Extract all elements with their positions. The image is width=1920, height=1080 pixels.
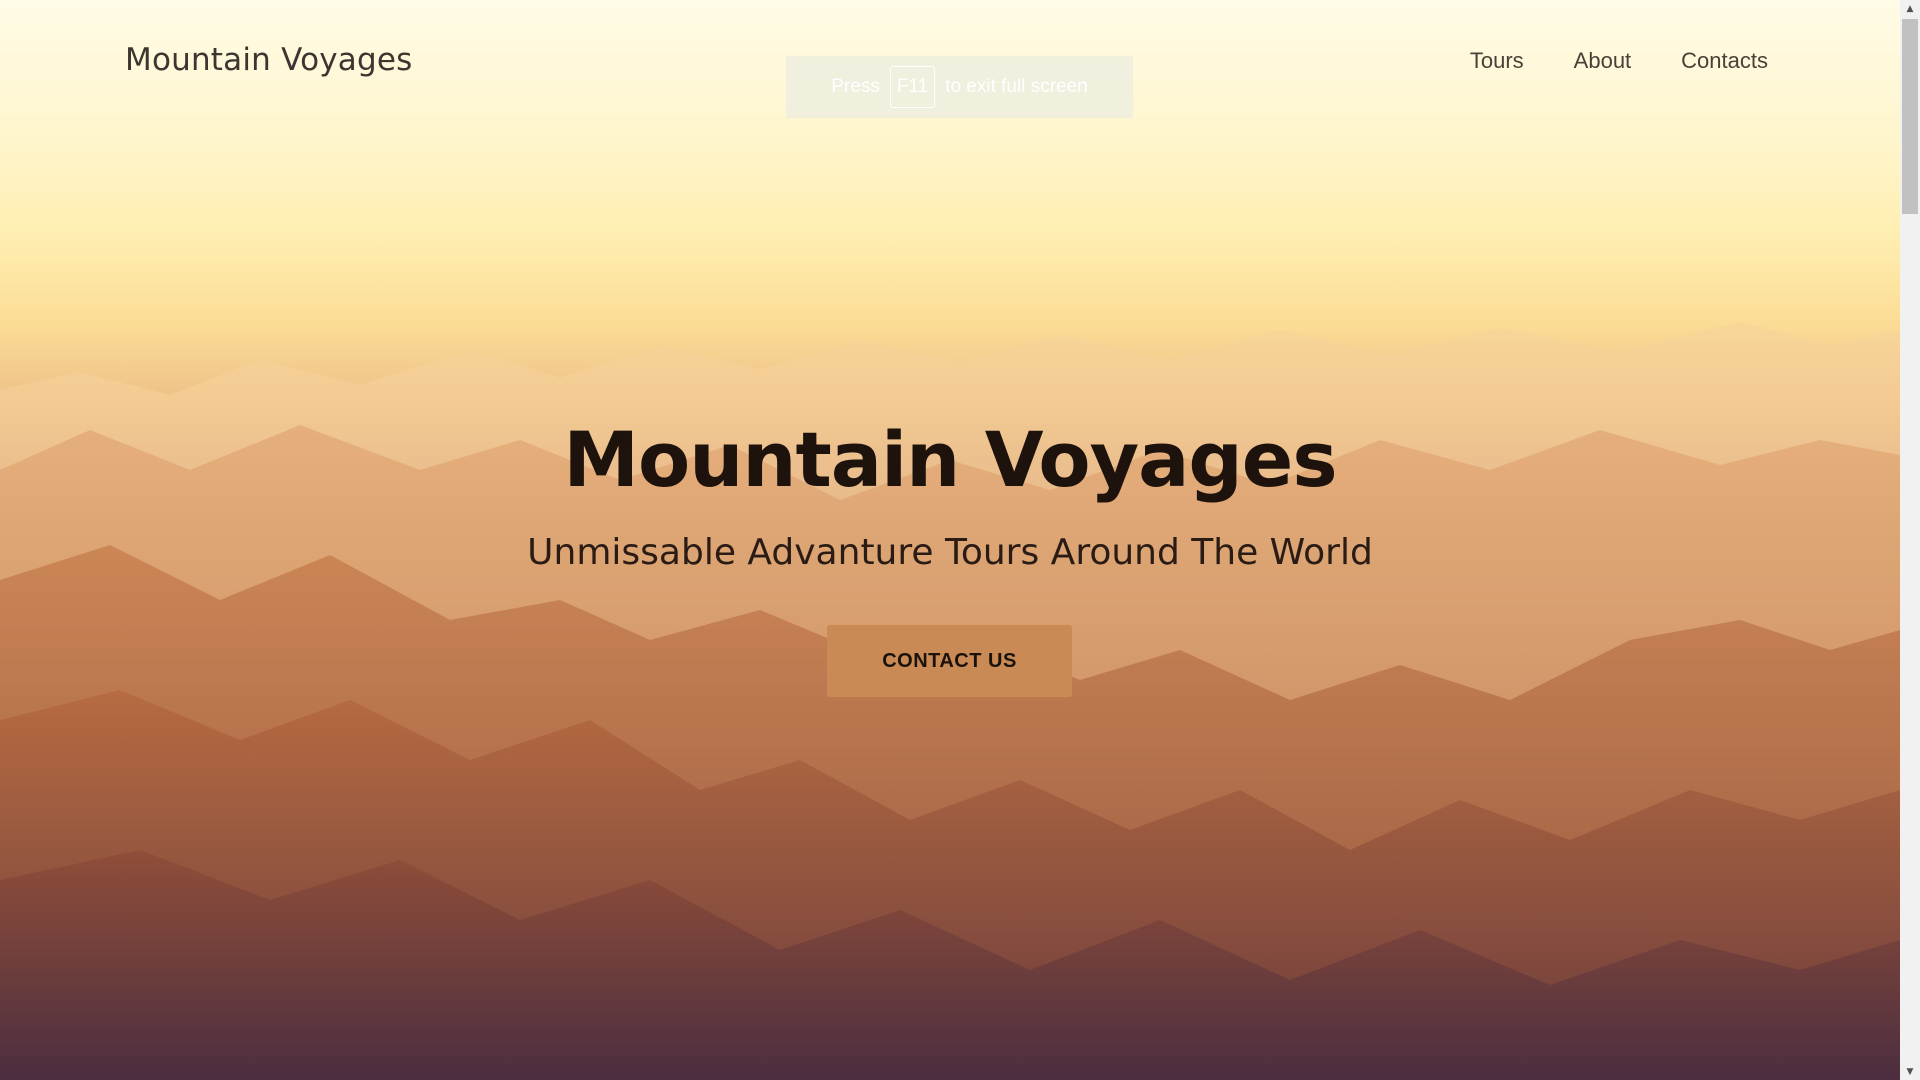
hero-subtitle: Unmissable Advanture Tours Around The Wo… (527, 532, 1373, 573)
vertical-scrollbar[interactable]: ▲ ▼ (1900, 0, 1920, 1080)
nav-links: Tours About Contacts (1470, 48, 1768, 74)
hero-section: Mountain Voyages Tours About Contacts Mo… (0, 0, 1900, 1080)
scroll-down-arrow-icon[interactable]: ▼ (1900, 1063, 1920, 1080)
browser-viewport: Mountain Voyages Tours About Contacts Mo… (0, 0, 1920, 1080)
nav-link-contacts[interactable]: Contacts (1681, 48, 1768, 74)
fullscreen-notice-prefix: Press (831, 76, 880, 97)
brand-logo-link[interactable]: Mountain Voyages (125, 42, 412, 78)
scroll-up-arrow-icon[interactable]: ▲ (1900, 0, 1920, 17)
nav-link-tours[interactable]: Tours (1470, 48, 1524, 74)
scrollbar-thumb[interactable] (1902, 19, 1918, 214)
nav-link-about[interactable]: About (1574, 48, 1632, 74)
fullscreen-exit-notice: Press F11 to exit full screen (786, 56, 1133, 118)
hero-title: Mountain Voyages (563, 415, 1337, 504)
fullscreen-notice-suffix: to exit full screen (945, 76, 1088, 97)
f11-key-badge: F11 (889, 66, 936, 108)
contact-us-button[interactable]: CONTACT US (827, 625, 1072, 697)
hero-content: Mountain Voyages Unmissable Advanture To… (0, 410, 1900, 578)
